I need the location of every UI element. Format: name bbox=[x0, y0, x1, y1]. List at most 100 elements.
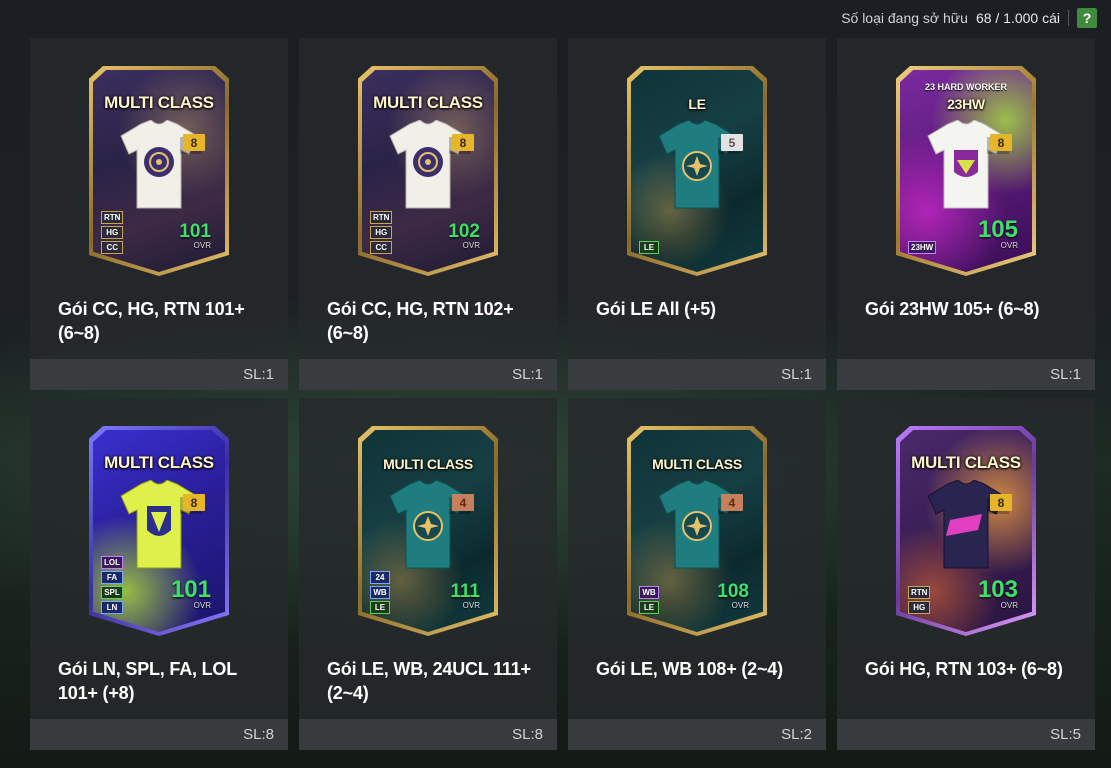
pack-tag: HG bbox=[908, 601, 931, 614]
ovr-indicator: 102 OVR bbox=[448, 221, 480, 250]
pack-tags: LE bbox=[639, 241, 659, 254]
pack-tag: RTN bbox=[101, 211, 124, 224]
pack-card-image: MULTI CLASS 8 RTN HG 103 OVR bbox=[896, 426, 1036, 636]
pack-card-image: LE 5 LE bbox=[627, 66, 767, 276]
pack-tag: RTN bbox=[370, 211, 393, 224]
card-title: MULTI CLASS bbox=[104, 453, 214, 472]
ovr-indicator: 105 OVR bbox=[977, 216, 1018, 251]
pack-tile[interactable]: 23 HARD WORKER 23HW 8 23HW 105 OVR Gói 2… bbox=[837, 38, 1095, 390]
ovr-value: 102 bbox=[448, 221, 480, 242]
pack-name: Gói LE All (+5) bbox=[596, 299, 716, 319]
pack-tag: LE bbox=[639, 601, 659, 614]
pack-quantity: SL:8 bbox=[243, 726, 274, 743]
pack-tag: RTN bbox=[908, 586, 931, 599]
pack-quantity: SL:8 bbox=[512, 726, 543, 743]
owned-types-label: Số loại đang sở hữu bbox=[841, 10, 968, 26]
pack-name: Gói HG, RTN 103+ (6~8) bbox=[865, 659, 1063, 679]
pack-quantity: SL:1 bbox=[1050, 366, 1081, 383]
pack-tag: CC bbox=[370, 241, 393, 254]
card-title: LE bbox=[688, 96, 706, 112]
card-title: MULTI CLASS bbox=[911, 453, 1021, 472]
pack-level-badge: 5 bbox=[721, 134, 743, 151]
ovr-value: 108 bbox=[717, 581, 749, 602]
pack-level-badge: 8 bbox=[183, 494, 205, 511]
pack-quantity: SL:1 bbox=[243, 366, 274, 383]
pack-quantity: SL:5 bbox=[1050, 726, 1081, 743]
divider bbox=[1068, 10, 1069, 26]
owned-types-bar: Số loại đang sở hữu 68 / 1.000 cái ? bbox=[841, 7, 1097, 29]
pack-name: Gói LN, SPL, FA, LOL 101+ (+8) bbox=[58, 659, 237, 703]
pack-card-image: 23 HARD WORKER 23HW 8 23HW 105 OVR bbox=[896, 66, 1036, 276]
ovr-indicator: 101 OVR bbox=[179, 221, 211, 250]
pack-level-badge: 4 bbox=[452, 494, 474, 511]
pack-tag: FA bbox=[101, 571, 123, 584]
pack-name: Gói LE, WB, 24UCL 111+ (2~4) bbox=[327, 659, 531, 703]
ovr-label: OVR bbox=[462, 241, 480, 250]
pack-tile[interactable]: MULTI CLASS 4 24 WB LE 111 OVR Gói LE, W… bbox=[299, 398, 557, 750]
pack-tag: WB bbox=[370, 586, 390, 599]
card-title: MULTI CLASS bbox=[104, 93, 214, 112]
pack-level-badge: 8 bbox=[183, 134, 205, 151]
pack-tags: 23HW bbox=[908, 241, 937, 254]
pack-tag: 23HW bbox=[908, 241, 937, 254]
pack-name: Gói CC, HG, RTN 102+ (6~8) bbox=[327, 299, 514, 343]
pack-tag: SPL bbox=[101, 586, 123, 599]
pack-tile[interactable]: LE 5 LE Gói LE All (+5) SL:1 bbox=[568, 38, 826, 390]
pack-tags: WB LE bbox=[639, 586, 659, 614]
pack-card-image: MULTI CLASS 8 LOL FA SPL LN 101 OVR bbox=[89, 426, 229, 636]
card-subtitle: 23 HARD WORKER bbox=[924, 82, 1007, 92]
pack-tile[interactable]: MULTI CLASS 4 WB LE 108 OVR Gói LE, WB 1… bbox=[568, 398, 826, 750]
pack-tile[interactable]: MULTI CLASS 8 RTN HG CC 101 OVR Gói CC, … bbox=[30, 38, 288, 390]
pack-quantity: SL:1 bbox=[781, 366, 812, 383]
pack-quantity: SL:2 bbox=[781, 726, 812, 743]
pack-card-image: MULTI CLASS 4 24 WB LE 111 OVR bbox=[358, 426, 498, 636]
pack-tile[interactable]: MULTI CLASS 8 LOL FA SPL LN 101 OVR Gói … bbox=[30, 398, 288, 750]
pack-grid: MULTI CLASS 8 RTN HG CC 101 OVR Gói CC, … bbox=[30, 38, 1095, 750]
card-title: MULTI CLASS bbox=[383, 456, 473, 472]
pack-tag: HG bbox=[101, 226, 124, 239]
pack-card-image: MULTI CLASS 4 WB LE 108 OVR bbox=[627, 426, 767, 636]
ovr-indicator: 111 OVR bbox=[450, 581, 480, 610]
pack-level-badge: 8 bbox=[452, 134, 474, 151]
pack-quantity: SL:1 bbox=[512, 366, 543, 383]
ovr-label: OVR bbox=[731, 601, 749, 610]
pack-level-badge: 8 bbox=[990, 134, 1012, 151]
pack-tags: RTN HG bbox=[908, 586, 931, 614]
ovr-label: OVR bbox=[462, 601, 480, 610]
card-title: 23HW bbox=[947, 96, 985, 112]
ovr-value: 101 bbox=[179, 221, 211, 242]
pack-tag: 24 bbox=[370, 571, 390, 584]
pack-tile[interactable]: MULTI CLASS 8 RTN HG 103 OVR Gói HG, RTN… bbox=[837, 398, 1095, 750]
ovr-indicator: 103 OVR bbox=[977, 576, 1018, 611]
help-button[interactable]: ? bbox=[1077, 8, 1097, 28]
card-title: MULTI CLASS bbox=[373, 93, 483, 112]
pack-tags: 24 WB LE bbox=[370, 571, 390, 614]
pack-tag: CC bbox=[101, 241, 124, 254]
card-title: MULTI CLASS bbox=[652, 456, 742, 472]
pack-tags: LOL FA SPL LN bbox=[101, 556, 123, 614]
pack-tag: LOL bbox=[101, 556, 123, 569]
owned-types-count: 68 / 1.000 cái bbox=[975, 10, 1060, 26]
ovr-value: 105 bbox=[977, 216, 1018, 243]
pack-name: Gói LE, WB 108+ (2~4) bbox=[596, 659, 783, 679]
pack-tag: LE bbox=[370, 601, 390, 614]
pack-tile[interactable]: MULTI CLASS 8 RTN HG CC 102 OVR Gói CC, … bbox=[299, 38, 557, 390]
pack-level-badge: 8 bbox=[990, 494, 1012, 511]
pack-name: Gói 23HW 105+ (6~8) bbox=[865, 299, 1040, 319]
pack-name: Gói CC, HG, RTN 101+ (6~8) bbox=[58, 299, 245, 343]
ovr-value: 103 bbox=[977, 576, 1018, 603]
pack-tag: LE bbox=[639, 241, 659, 254]
ovr-value: 101 bbox=[170, 576, 211, 603]
pack-card-image: MULTI CLASS 8 RTN HG CC 102 OVR bbox=[358, 66, 498, 276]
pack-card-image: MULTI CLASS 8 RTN HG CC 101 OVR bbox=[89, 66, 229, 276]
pack-tag: WB bbox=[639, 586, 659, 599]
pack-tags: RTN HG CC bbox=[370, 211, 393, 254]
ovr-label: OVR bbox=[193, 241, 211, 250]
pack-level-badge: 4 bbox=[721, 494, 743, 511]
ovr-indicator: 101 OVR bbox=[170, 576, 211, 611]
pack-tag: LN bbox=[101, 601, 123, 614]
ovr-indicator: 108 OVR bbox=[717, 581, 749, 610]
pack-tags: RTN HG CC bbox=[101, 211, 124, 254]
pack-tag: HG bbox=[370, 226, 393, 239]
ovr-value: 111 bbox=[450, 581, 480, 602]
